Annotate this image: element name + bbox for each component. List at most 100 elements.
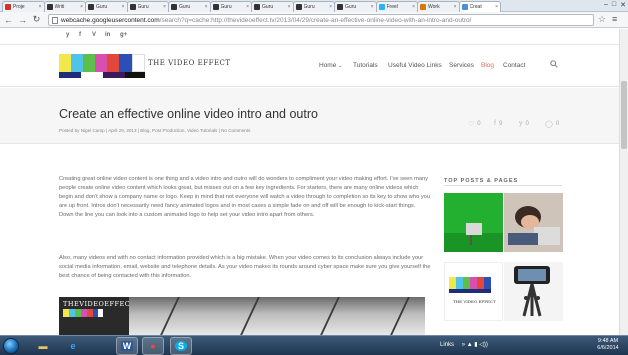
windows-taskbar: ▬ e W ● S Links » ▲ ▮ ◁)) 9:48 AM 6/6/20…	[0, 335, 628, 355]
post-paragraph: Also, many videos end with no contact in…	[59, 255, 431, 279]
word-glyph: W	[120, 341, 134, 351]
start-button[interactable]	[3, 338, 19, 354]
explorer-icon[interactable]: ▬	[32, 337, 54, 355]
scrollbar-thumb[interactable]	[621, 81, 627, 149]
browser-toolbar: ← → ↻ webcache.googleusercontent.com/sea…	[0, 12, 628, 28]
freelancer-favicon-icon	[378, 4, 385, 10]
reload-icon[interactable]: ↻	[31, 14, 42, 25]
window-controls: – □ ✕	[604, 1, 626, 9]
browser-tab-title: Guru	[262, 4, 274, 10]
browser-tab[interactable]: Writi ×	[43, 1, 86, 12]
minimize-icon[interactable]: –	[604, 1, 608, 9]
explorer-glyph: ▬	[38, 341, 48, 351]
facebook-share-counter[interactable]: f 9	[494, 120, 502, 127]
twitter-share-counter[interactable]: y 0	[519, 120, 529, 127]
vimeo-icon[interactable]: V	[92, 32, 96, 38]
browser-tab[interactable]: Guru ×	[126, 1, 169, 12]
internet-explorer-icon[interactable]: e	[62, 337, 84, 355]
bookmark-star-icon[interactable]: ☆	[598, 14, 606, 25]
skype-glyph: S	[174, 341, 187, 351]
browser-tab[interactable]: Guru ×	[292, 1, 335, 12]
chrome-icon[interactable]: ●	[142, 337, 164, 355]
address-path: /search?q=cache:http://thevideoeffect.tv…	[159, 16, 472, 24]
chrome-menu-icon[interactable]: ≡	[612, 14, 617, 24]
close-tab-icon[interactable]: ×	[39, 4, 42, 10]
close-window-icon[interactable]: ✕	[620, 1, 626, 9]
browser-tab[interactable]: Guru ×	[85, 1, 128, 12]
cache-favicon-icon	[254, 4, 260, 10]
browser-tab[interactable]: Guru ×	[334, 1, 377, 12]
thumb-video-effect-logo[interactable]: THE VIDEO EFFECT	[444, 262, 503, 321]
logo-text: THE VIDEO EFFECT	[148, 59, 231, 67]
page-favicon-icon	[461, 4, 468, 10]
close-tab-icon[interactable]: ×	[329, 4, 332, 10]
cache-favicon-icon	[46, 4, 53, 10]
browser-tab-title: Creat	[469, 4, 482, 10]
cache-favicon-icon	[212, 4, 219, 10]
nav-contact[interactable]: Contact	[503, 62, 525, 69]
system-clock[interactable]: 9:48 AM 6/6/2014	[591, 338, 625, 352]
video-player[interactable]: THEVIDEOEFFECT.TV	[59, 297, 425, 335]
browser-tab-title: Guru	[220, 4, 232, 10]
twitter-icon[interactable]: y	[66, 32, 69, 38]
close-tab-icon[interactable]: ×	[288, 4, 291, 10]
gmail-favicon-icon	[5, 4, 11, 10]
browser-tab-title: Guru	[179, 4, 191, 10]
close-tab-icon[interactable]: ×	[412, 4, 415, 10]
browser-tab-strip: – □ ✕ Proje × Writi × Guru × Guru × Guru × Guru × Gu…	[0, 0, 628, 12]
site-logo[interactable]	[59, 54, 145, 78]
close-tab-icon[interactable]: ×	[454, 4, 457, 10]
forward-icon[interactable]: →	[17, 14, 28, 25]
nav-services[interactable]: Services	[449, 62, 474, 69]
thumb-caption: THE VIDEO EFFECT	[453, 299, 496, 304]
close-tab-icon[interactable]: ×	[495, 4, 498, 10]
like-counter[interactable]: ♡ 0	[468, 120, 481, 128]
browser-tab[interactable]: Proje ×	[2, 1, 45, 12]
thumb-sleeping-laptop[interactable]	[504, 193, 563, 252]
browser-tab-title: Guru	[303, 4, 315, 10]
like-count: 0	[477, 121, 481, 127]
browser-tab[interactable]: Guru ×	[251, 1, 294, 12]
browser-tab-title: Guru	[96, 4, 108, 10]
nav-blog[interactable]: Blog	[481, 62, 494, 69]
close-tab-icon[interactable]: ×	[371, 4, 374, 10]
nav-useful-video-links[interactable]: Useful Video Links	[388, 62, 442, 69]
skype-icon[interactable]: S	[170, 337, 192, 355]
back-icon[interactable]: ←	[3, 14, 14, 25]
cache-favicon-icon	[171, 4, 177, 10]
search-icon[interactable]	[550, 60, 558, 68]
facebook-icon[interactable]: f	[79, 32, 81, 38]
browser-tab[interactable]: Freel ×	[375, 1, 418, 12]
page-scrollbar[interactable]	[619, 29, 628, 335]
color-bars-icon	[63, 309, 103, 317]
tray-links[interactable]: Links » ▲ ▮ ◁))	[440, 341, 488, 348]
address-bar[interactable]: webcache.googleusercontent.com/search?q=…	[48, 14, 594, 26]
close-tab-icon[interactable]: ×	[205, 4, 208, 10]
cache-favicon-icon	[129, 4, 136, 10]
close-tab-icon[interactable]: ×	[80, 4, 83, 10]
nav-tutorials[interactable]: Tutorials	[353, 62, 378, 69]
browser-tab[interactable]: Creat ×	[458, 1, 501, 12]
close-tab-icon[interactable]: ×	[163, 4, 166, 10]
close-tab-icon[interactable]: ×	[246, 4, 249, 10]
browser-tab[interactable]: Guru ×	[209, 1, 252, 12]
close-tab-icon[interactable]: ×	[122, 4, 125, 10]
chevron-down-icon: ⌄	[338, 63, 343, 69]
post-meta: Posted by Nigel Camp | April 29, 2013 | …	[59, 128, 251, 133]
browser-tab[interactable]: Work ×	[417, 1, 460, 12]
cache-favicon-icon	[88, 4, 94, 10]
post-paragraph: Creating great online video content is o…	[59, 176, 430, 218]
comment-count: 0	[555, 121, 560, 127]
facebook-share-icon: f	[494, 120, 496, 127]
googleplus-icon[interactable]: g+	[120, 32, 127, 38]
twitter-share-count: 0	[525, 120, 529, 127]
thumb-iphone-tripod[interactable]	[504, 262, 563, 321]
maximize-icon[interactable]: □	[612, 1, 616, 9]
comment-counter[interactable]: ◯ 0	[545, 120, 559, 128]
video-frame	[129, 297, 425, 335]
thumb-green-screen[interactable]	[444, 193, 503, 252]
word-icon[interactable]: W	[116, 337, 138, 355]
linkedin-icon[interactable]: in	[105, 32, 110, 38]
nav-home[interactable]: Home ⌄	[319, 62, 342, 69]
browser-tab[interactable]: Guru ×	[168, 1, 211, 12]
